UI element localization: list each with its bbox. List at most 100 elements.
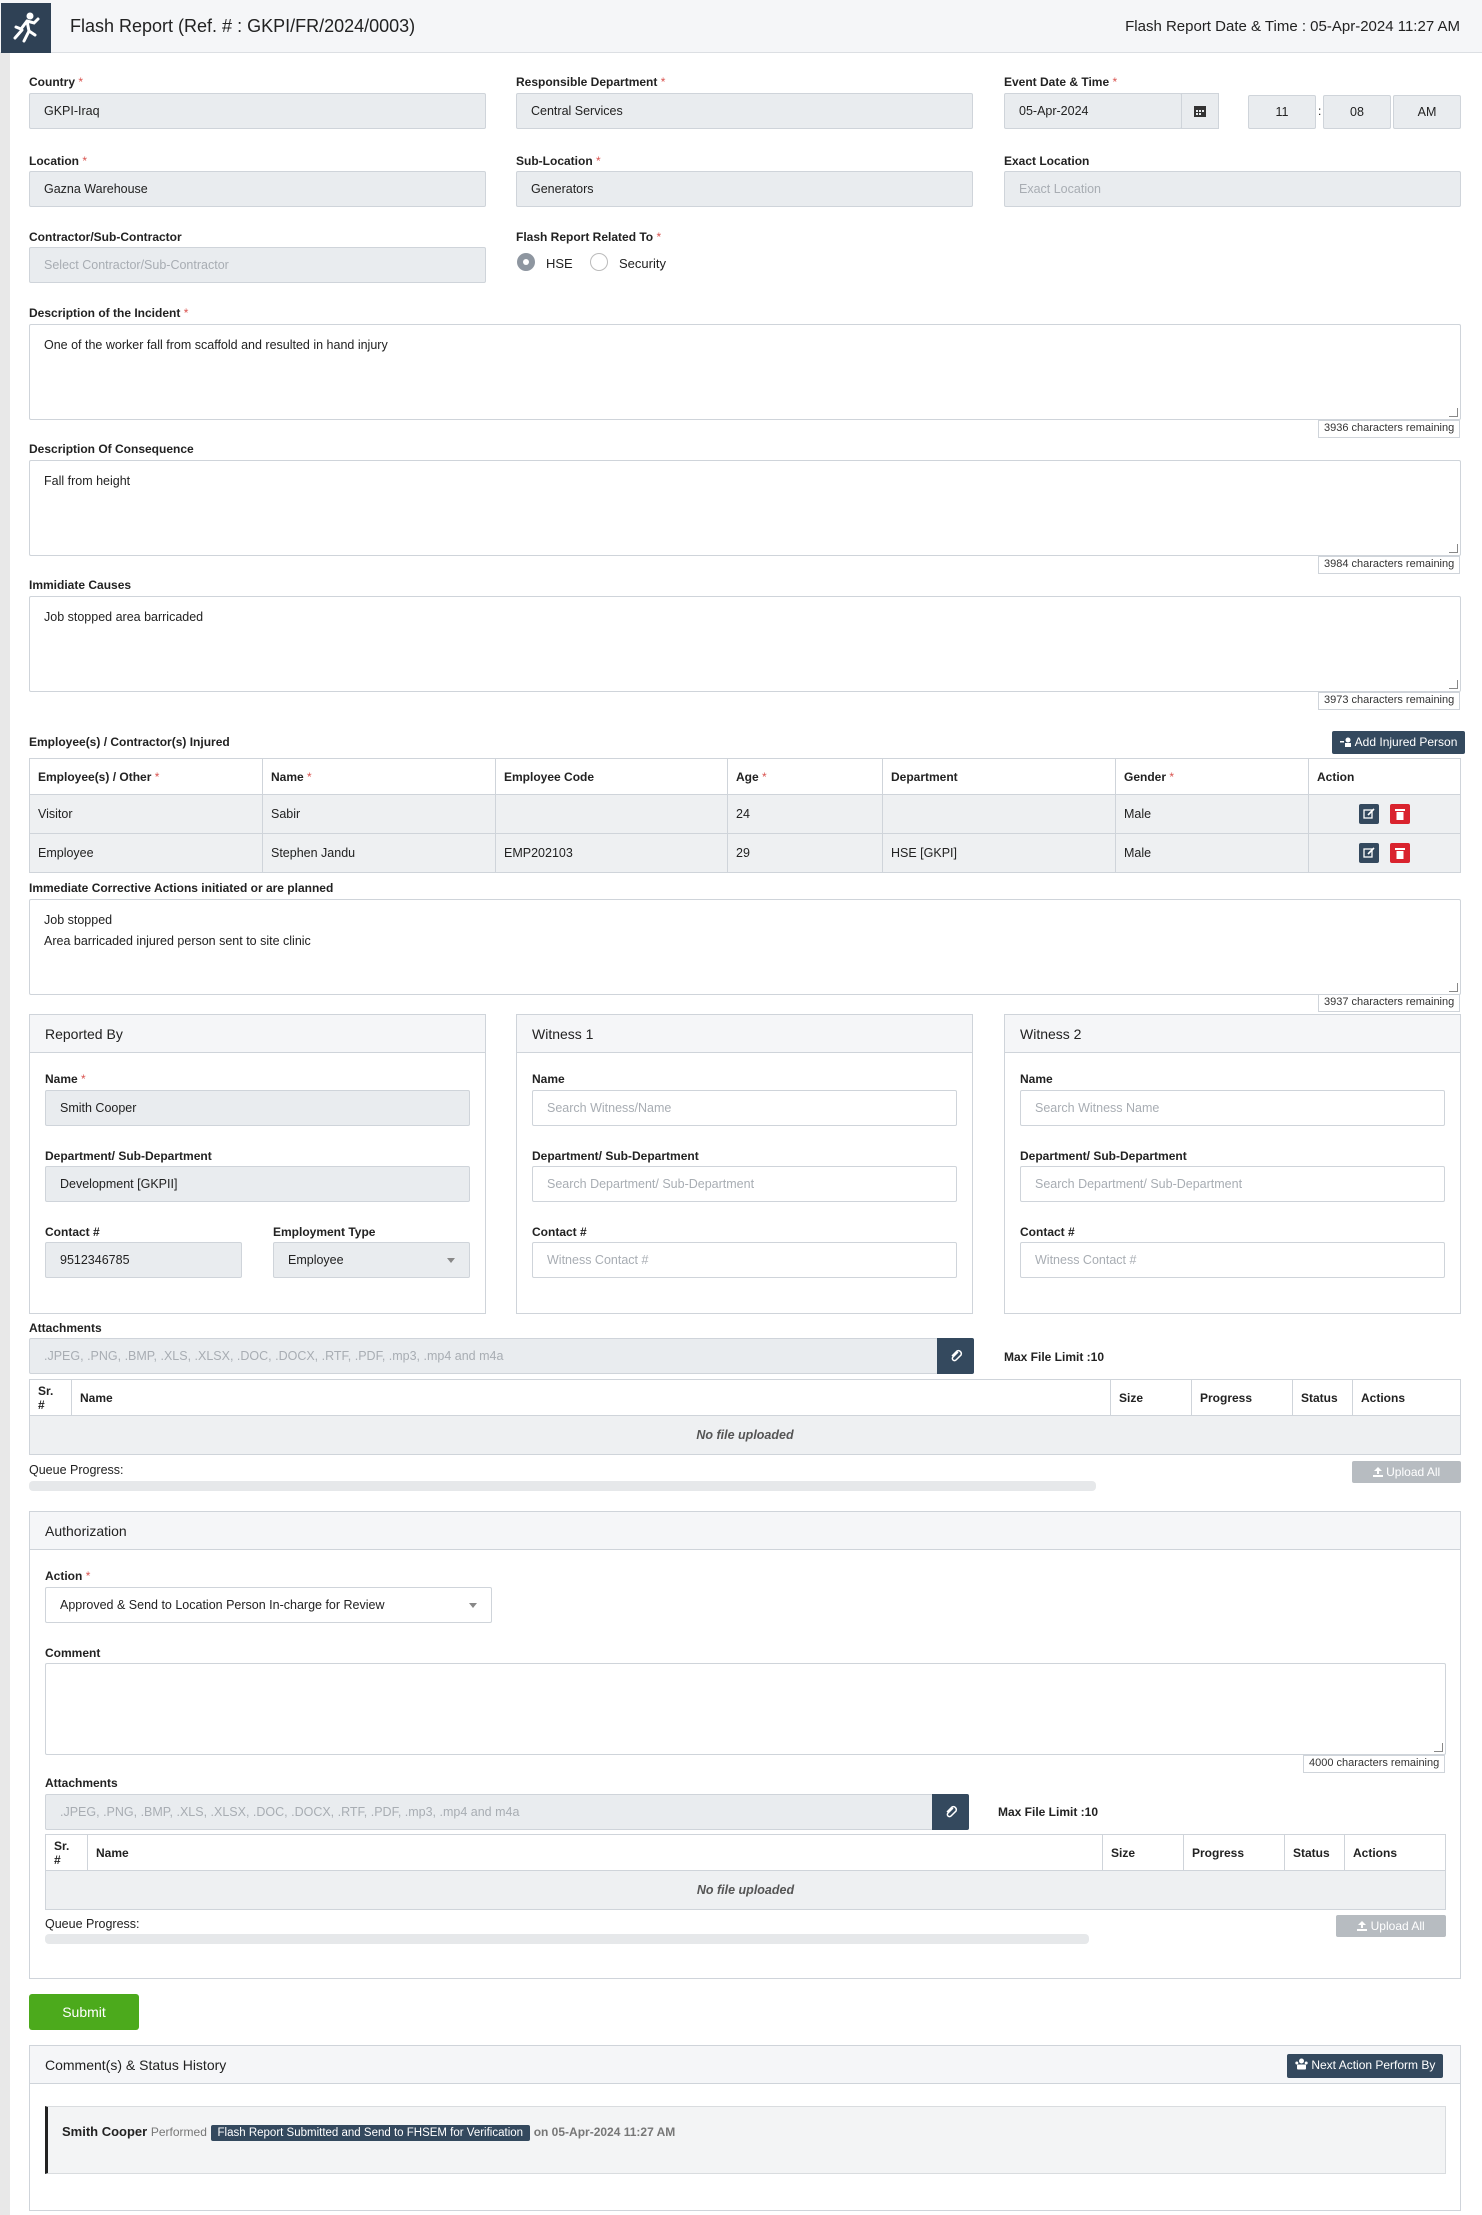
corrective-actions-label: Immediate Corrective Actions initiated o… — [29, 881, 334, 895]
edit-row-button[interactable] — [1358, 843, 1379, 863]
col-employee-other: Employee(s) / Other * — [29, 758, 263, 795]
edit-row-button[interactable] — [1358, 804, 1379, 824]
witness2-title: Witness 2 — [1005, 1015, 1460, 1053]
witness1-dept-input[interactable]: Search Department/ Sub-Department — [532, 1166, 957, 1202]
witness1-name-label: Name — [532, 1072, 565, 1086]
history-user: Smith Cooper — [62, 2124, 148, 2139]
attach-button[interactable] — [937, 1338, 974, 1374]
col-name: Name — [87, 1834, 1103, 1871]
col-progress: Progress — [1183, 1834, 1285, 1871]
submit-button[interactable]: Submit — [29, 1994, 139, 2030]
auth-attachments-table: Sr. # Name Size Progress Status Actions … — [45, 1834, 1446, 1910]
radio-hse[interactable] — [517, 253, 535, 271]
col-name: Name — [71, 1379, 1111, 1416]
time-separator: : — [1318, 104, 1322, 118]
consequence-textarea[interactable]: Fall from height — [29, 460, 1461, 556]
department-field[interactable]: Central Services — [516, 93, 973, 129]
witness1-contact-label: Contact # — [532, 1225, 587, 1239]
reporter-contact-field[interactable]: 9512346785 — [45, 1242, 242, 1278]
next-action-button[interactable]: Next Action Perform By — [1287, 2054, 1444, 2078]
col-status: Status — [1284, 1834, 1345, 1871]
cell-code — [495, 794, 728, 834]
comment-textarea[interactable] — [45, 1663, 1446, 1755]
add-injured-person-button[interactable]: Add Injured Person — [1332, 731, 1466, 754]
incident-description-label: Description of the Incident * — [29, 306, 189, 320]
employment-type-select[interactable]: Employee — [273, 1242, 470, 1278]
country-label: Country * — [29, 75, 84, 89]
action-select[interactable]: Approved & Send to Location Person In-ch… — [45, 1587, 492, 1623]
injured-table-header: Employee(s) / Other * Name * Employee Co… — [29, 758, 1461, 795]
attachment-file-input[interactable]: .JPEG, .PNG, .BMP, .XLS, .XLSX, .DOC, .D… — [29, 1338, 938, 1374]
cell-department — [882, 794, 1116, 834]
incident-description-textarea[interactable]: One of the worker fall from scaffold and… — [29, 324, 1461, 420]
attachments-table: Sr. # Name Size Progress Status Actions … — [29, 1379, 1461, 1455]
witness1-contact-input[interactable]: Witness Contact # — [532, 1242, 957, 1278]
exact-location-input[interactable]: Exact Location — [1004, 171, 1461, 207]
status-badge: Flash Report Submitted and Send to FHSEM… — [210, 2125, 531, 2141]
users-icon — [1295, 2058, 1308, 2070]
reporter-dept-field[interactable]: Development [GKPII] — [45, 1166, 470, 1202]
corrective-actions-textarea[interactable]: Job stopped Area barricaded injured pers… — [29, 899, 1461, 995]
location-field[interactable]: Gazna Warehouse — [29, 171, 486, 207]
chevron-down-icon — [447, 1258, 455, 1263]
user-add-icon — [1340, 737, 1351, 747]
authorization-title: Authorization — [30, 1512, 1460, 1550]
causes-textarea[interactable]: Job stopped area barricaded — [29, 596, 1461, 692]
col-sr: Sr. # — [29, 1379, 72, 1416]
calendar-icon — [1194, 106, 1206, 117]
country-field[interactable]: GKPI-Iraq — [29, 93, 486, 129]
col-actions: Actions — [1352, 1379, 1461, 1416]
history-performed: Performed — [150, 2125, 207, 2139]
table-row: Visitor Sabir 24 Male — [29, 794, 1461, 834]
witness2-name-input[interactable]: Search Witness Name — [1020, 1090, 1445, 1126]
col-action: Action — [1308, 758, 1461, 795]
witness2-contact-input[interactable]: Witness Contact # — [1020, 1242, 1445, 1278]
witness1-name-input[interactable]: Search Witness/Name — [532, 1090, 957, 1126]
radio-security[interactable] — [590, 253, 608, 271]
contractor-select[interactable]: Select Contractor/Sub-Contractor — [29, 247, 486, 283]
no-file-message: No file uploaded — [45, 1870, 1446, 1910]
attachments-label: Attachments — [29, 1321, 102, 1335]
auth-attach-button[interactable] — [932, 1794, 969, 1830]
calendar-button[interactable] — [1181, 93, 1219, 129]
paperclip-icon — [951, 1349, 963, 1362]
delete-row-button[interactable] — [1390, 804, 1411, 824]
radio-hse-label: HSE — [546, 256, 573, 271]
comment-label: Comment — [45, 1646, 101, 1660]
event-ampm-field[interactable]: AM — [1393, 95, 1461, 129]
action-label: Action * — [45, 1569, 91, 1583]
event-date-field[interactable]: 05-Apr-2024 — [1004, 93, 1182, 129]
report-datetime: Flash Report Date & Time : 05-Apr-2024 1… — [1125, 18, 1460, 35]
witness2-dept-input[interactable]: Search Department/ Sub-Department — [1020, 1166, 1445, 1202]
related-to-label: Flash Report Related To * — [516, 230, 662, 244]
auth-attachment-file-input[interactable]: .JPEG, .PNG, .BMP, .XLS, .XLSX, .DOC, .D… — [45, 1794, 933, 1830]
auth-queue-progress-label: Queue Progress: — [45, 1917, 140, 1931]
employment-type-label: Employment Type — [273, 1225, 376, 1239]
event-minute-field[interactable]: 08 — [1323, 95, 1391, 129]
event-hour-field[interactable]: 11 — [1248, 95, 1316, 129]
witness2-panel: Witness 2 Name Search Witness Name Depar… — [1004, 1014, 1461, 1314]
cell-gender: Male — [1115, 833, 1309, 873]
comment-counter: 4000 characters remaining — [1303, 1755, 1446, 1773]
auth-queue-progress-bar — [45, 1934, 1089, 1944]
sublocation-field[interactable]: Generators — [516, 171, 973, 207]
cell-gender: Male — [1115, 794, 1309, 834]
auth-attachments-label: Attachments — [45, 1776, 118, 1790]
col-age: Age * — [727, 758, 883, 795]
reporter-name-field[interactable]: Smith Cooper — [45, 1090, 470, 1126]
upload-all-button[interactable]: Upload All — [1352, 1461, 1461, 1483]
delete-row-button[interactable] — [1390, 843, 1411, 863]
causes-counter: 3973 characters remaining — [1318, 692, 1461, 710]
cell-name: Stephen Jandu — [262, 833, 496, 873]
contractor-label: Contractor/Sub-Contractor — [29, 230, 182, 244]
department-label: Responsible Department * — [516, 75, 666, 89]
col-sr: Sr. # — [45, 1834, 88, 1871]
col-employee-code: Employee Code — [495, 758, 728, 795]
col-actions: Actions — [1344, 1834, 1446, 1871]
edit-icon — [1363, 808, 1375, 819]
auth-upload-all-button[interactable]: Upload All — [1336, 1915, 1446, 1937]
cell-type: Visitor — [29, 794, 263, 834]
app-logo — [1, 3, 51, 53]
history-entry: Smith Cooper Performed Flash Report Subm… — [45, 2106, 1446, 2174]
page-title: Flash Report (Ref. # : GKPI/FR/2024/0003… — [70, 16, 416, 36]
